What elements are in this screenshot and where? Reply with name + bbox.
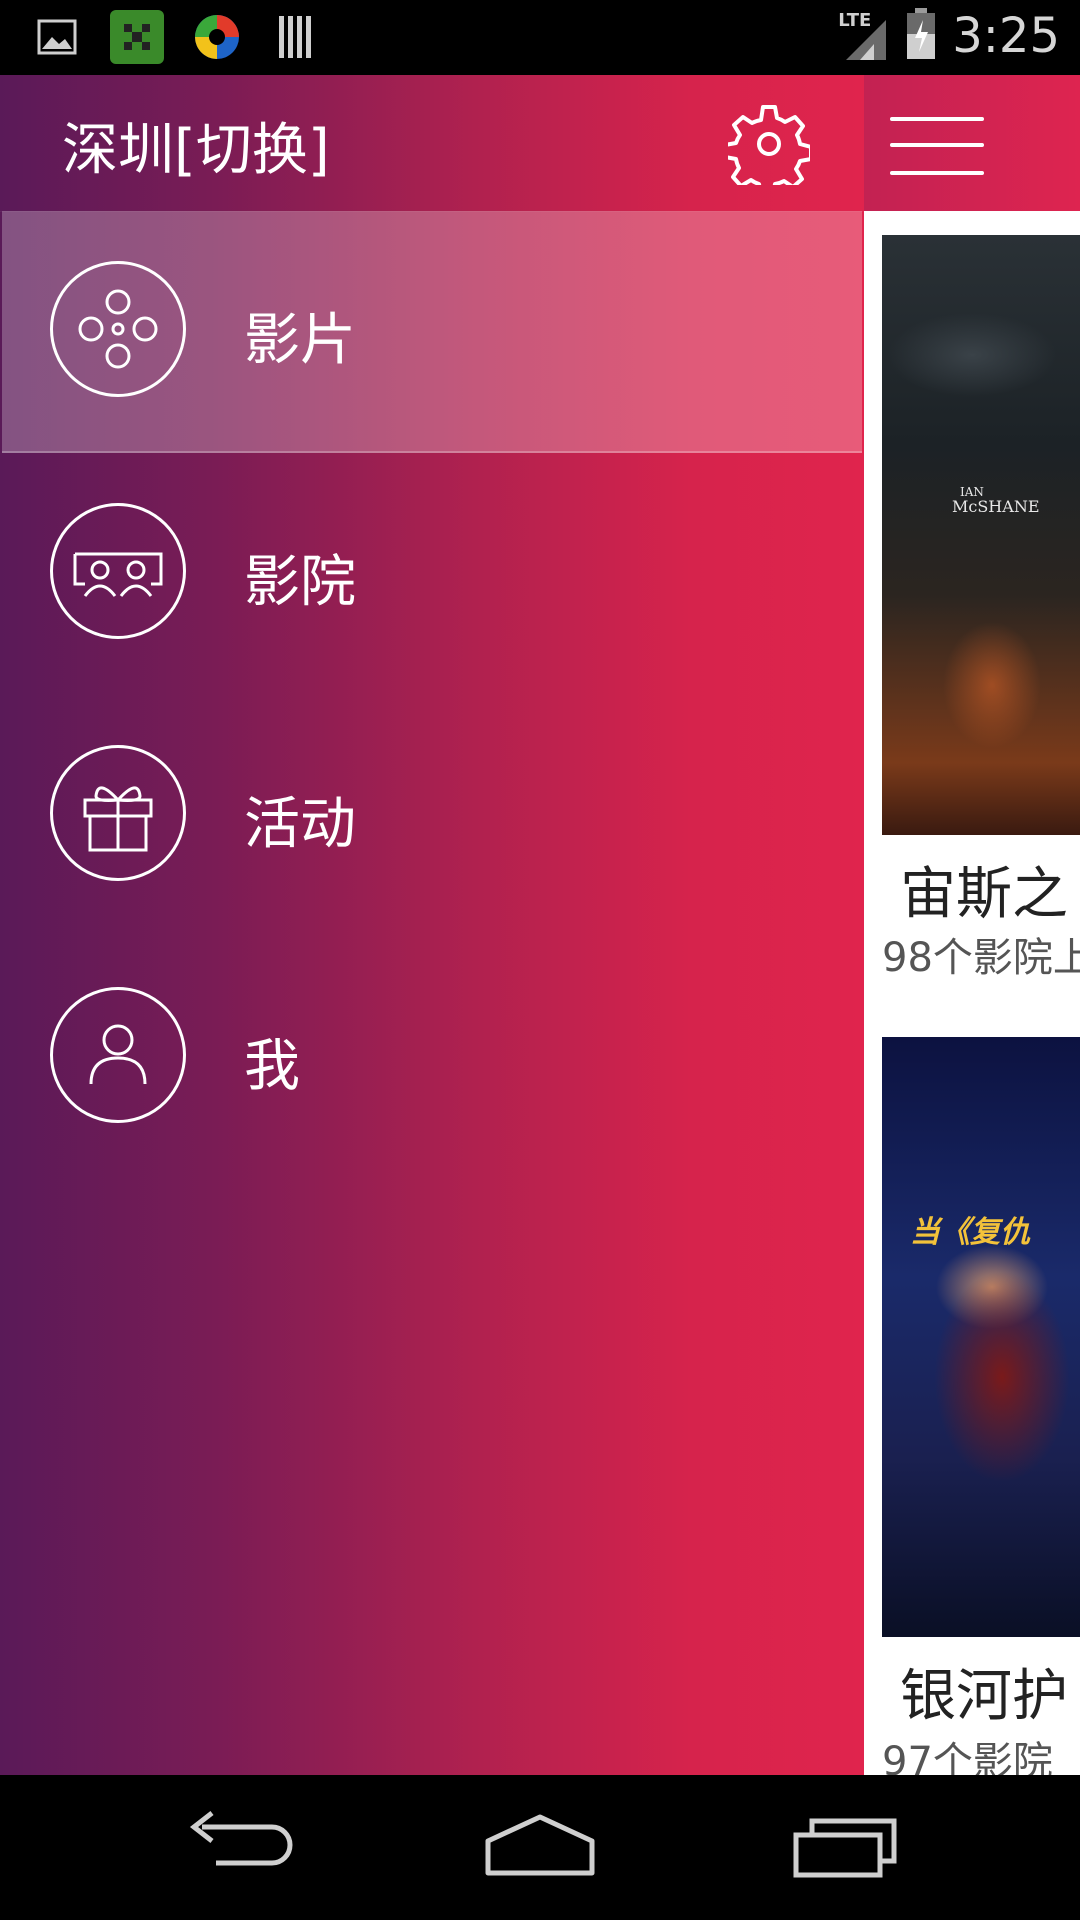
menu-icon[interactable] bbox=[890, 115, 984, 175]
film-reel-icon bbox=[50, 261, 186, 397]
back-icon[interactable] bbox=[180, 1805, 300, 1885]
app-icon bbox=[110, 10, 164, 64]
clock: 3:25 bbox=[952, 8, 1060, 64]
home-icon[interactable] bbox=[480, 1805, 600, 1885]
movie-subtitle: 97个影院 bbox=[882, 1739, 1053, 1775]
movie-poster[interactable]: 当《复仇 bbox=[882, 1037, 1080, 1637]
navigation-drawer: 深圳[切换] 影片 影院 活动 我 bbox=[0, 75, 864, 1775]
cinema-seats-icon bbox=[50, 503, 186, 639]
recents-icon[interactable] bbox=[790, 1805, 910, 1885]
browser-icon bbox=[190, 10, 244, 64]
drawer-item-label: 影院 bbox=[244, 550, 356, 615]
signal-icon: LTE bbox=[838, 8, 890, 64]
movie-poster[interactable]: IAN McSHANE bbox=[882, 235, 1080, 835]
person-icon bbox=[50, 987, 186, 1123]
movie-title[interactable]: 宙斯之 bbox=[900, 849, 1068, 930]
app-area: IAN McSHANE 宙斯之 98个影院上 当《复仇 银河护 97个影院 深圳… bbox=[0, 75, 1080, 1775]
drawer-item-cinemas[interactable]: 影院 bbox=[2, 453, 862, 693]
movie-subtitle: 98个影院上 bbox=[882, 935, 1080, 981]
gear-icon[interactable] bbox=[723, 103, 813, 197]
gift-icon bbox=[50, 745, 186, 881]
image-icon bbox=[30, 10, 84, 64]
city-switch[interactable]: 深圳[切换] bbox=[62, 105, 330, 186]
drawer-item-me[interactable]: 我 bbox=[2, 937, 862, 1177]
movie-list: IAN McSHANE 宙斯之 98个影院上 当《复仇 银河护 97个影院 bbox=[864, 211, 1080, 1775]
drawer-item-label: 影片 bbox=[244, 308, 356, 373]
drawer-item-label: 我 bbox=[244, 1034, 300, 1099]
battery-icon bbox=[904, 6, 938, 66]
drawer-item-films[interactable]: 影片 bbox=[2, 211, 862, 453]
poster-credit: McSHANE bbox=[952, 497, 1040, 516]
barcode-icon bbox=[270, 10, 324, 64]
drawer-item-events[interactable]: 活动 bbox=[2, 695, 862, 935]
drawer-item-label: 活动 bbox=[244, 792, 356, 857]
system-nav-bar bbox=[0, 1775, 1080, 1920]
status-bar: LTE 3:25 bbox=[0, 0, 1080, 75]
movie-title[interactable]: 银河护 bbox=[900, 1651, 1068, 1732]
poster-tag: 当《复仇 bbox=[910, 1215, 1030, 1250]
